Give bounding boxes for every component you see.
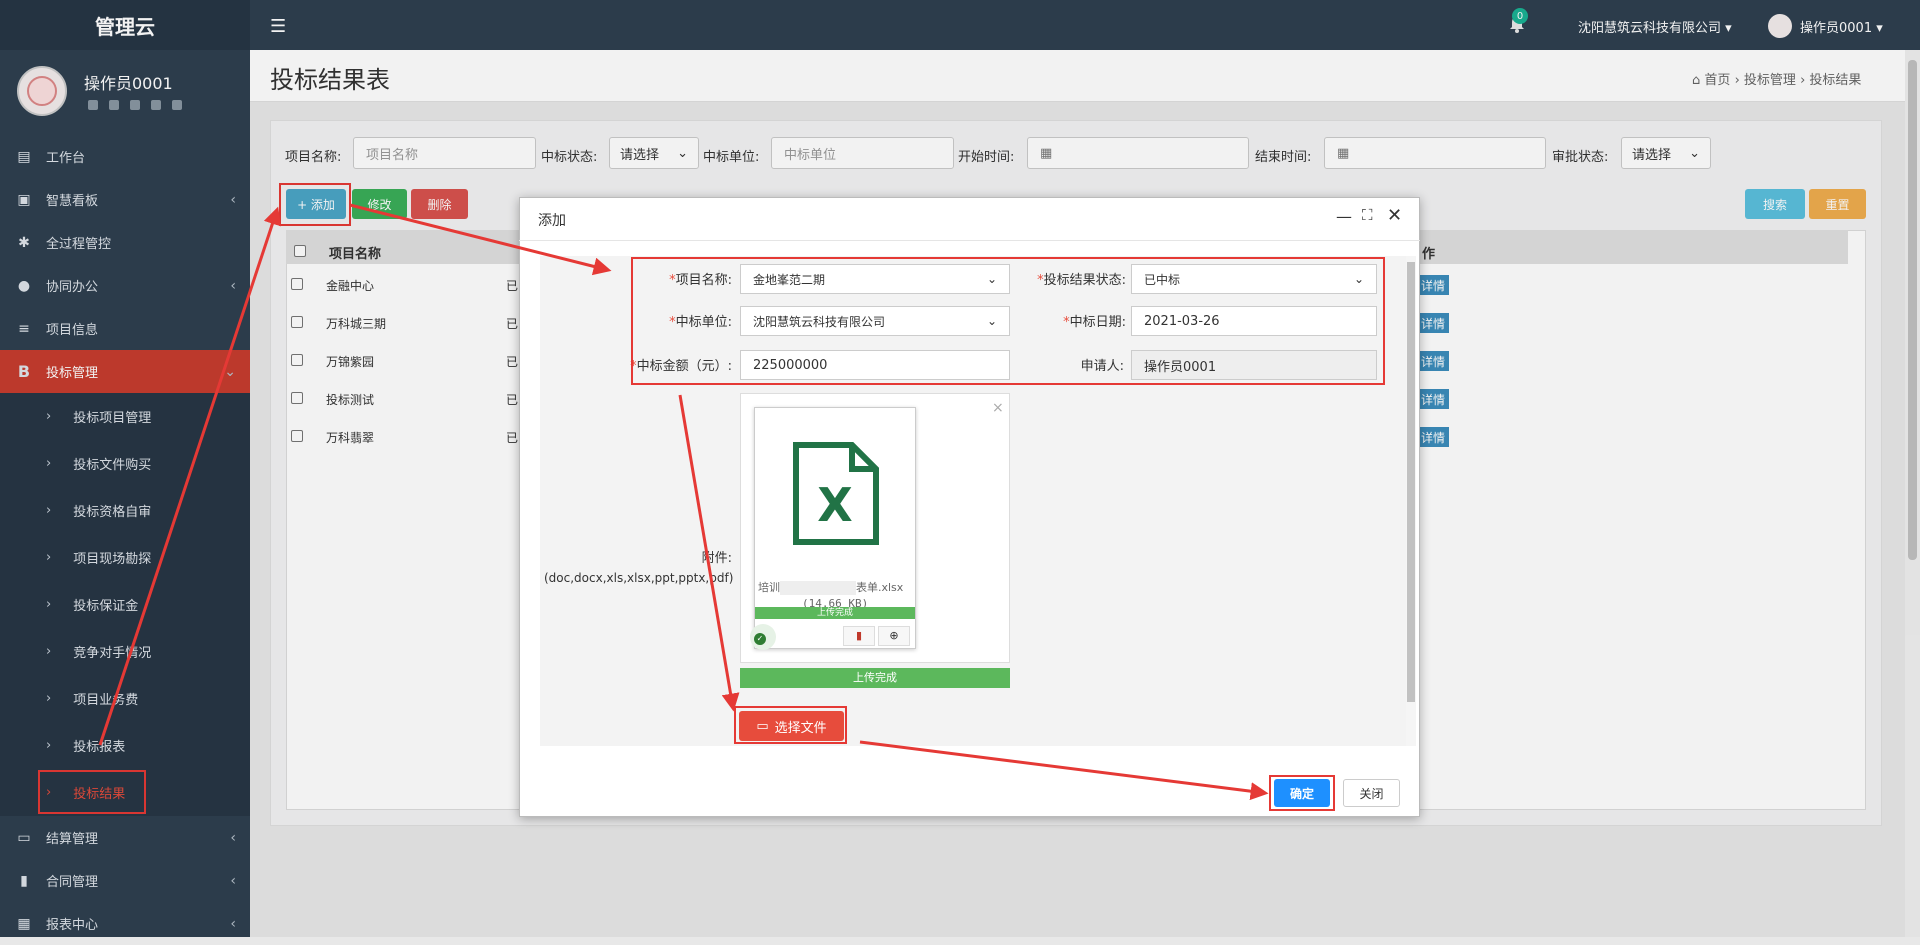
check-icon: ✓ (754, 633, 766, 645)
redacted-text (780, 581, 856, 595)
highlight-box (1269, 775, 1335, 811)
dialog-scrollbar-thumb[interactable] (1407, 262, 1415, 702)
file-name: 培训 表单.xlsx (758, 581, 904, 595)
highlight-box (631, 257, 1385, 385)
dialog-title: 添加 (538, 213, 566, 229)
zoom-icon[interactable]: ⊕ (878, 626, 910, 646)
close-button[interactable]: 关闭 (1343, 779, 1400, 807)
upload-progress-bar: 上传完成 (740, 668, 1010, 688)
attachment-types: (doc,docx,xls,xlsx,ppt,pptx,pdf) (544, 571, 734, 585)
trash-icon[interactable]: ▮ (843, 626, 875, 646)
excel-file-icon: X (793, 442, 879, 545)
form-label-attachment: 附件: (701, 551, 732, 566)
minimize-icon[interactable]: — (1336, 207, 1352, 226)
highlight-box (734, 706, 847, 744)
close-icon[interactable]: ✕ (1387, 205, 1402, 226)
dialog-divider (519, 240, 1420, 241)
remove-file-icon[interactable]: × (992, 400, 1004, 416)
svg-text:X: X (817, 478, 852, 532)
file-progress-bar: 上传完成 (755, 607, 915, 619)
maximize-icon[interactable]: ⛶ (1362, 206, 1373, 224)
